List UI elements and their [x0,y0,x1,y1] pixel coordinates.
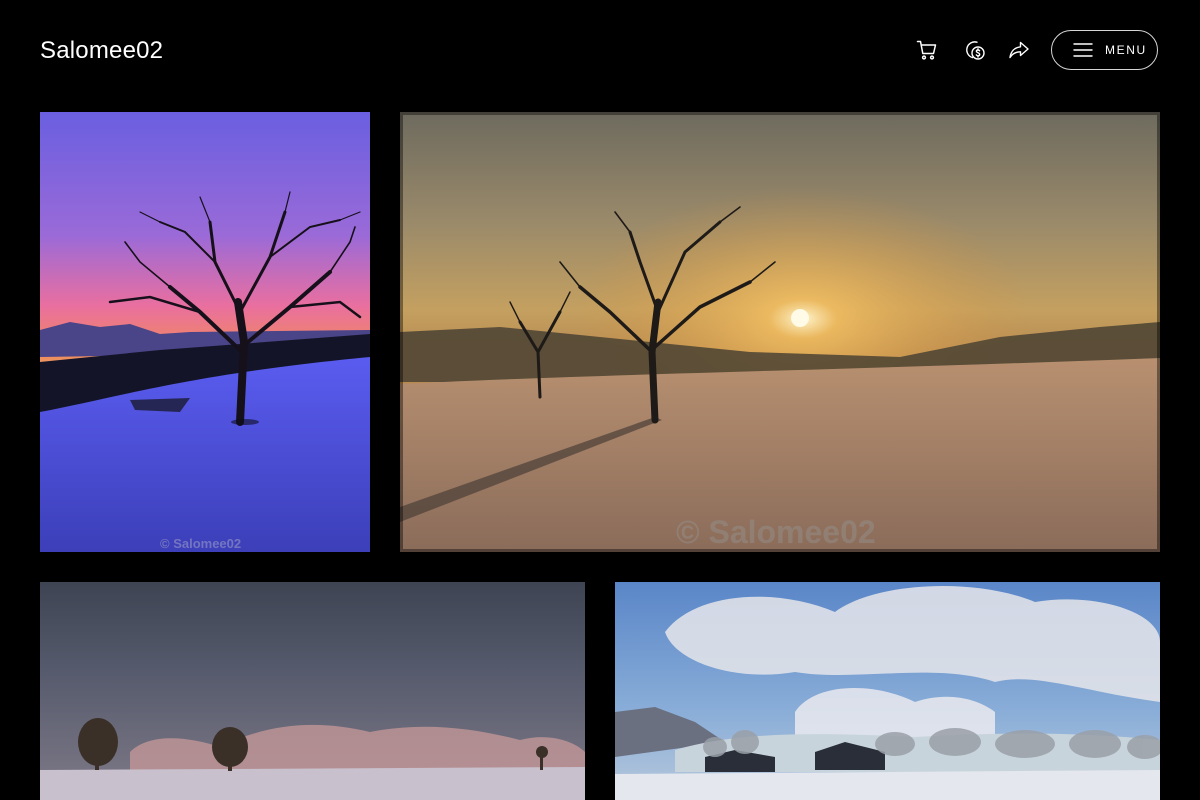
cart-icon [916,40,937,60]
gallery-photo[interactable] [40,582,585,800]
price-tag-icon [966,41,985,60]
photo-watermark: © Salomee02 [160,536,242,551]
menu-label: MENU [1105,43,1147,57]
menu-button[interactable]: MENU [1051,30,1158,70]
cart-button[interactable] [913,36,941,64]
gallery-photo[interactable]: © Salomee02 [40,112,370,552]
photo-image [400,112,1160,552]
gallery-photo[interactable] [615,582,1160,800]
photo-watermark: © Salomee02 [676,514,876,550]
share-button[interactable] [1005,36,1033,64]
site-header: Salomee02 MENU [0,0,1200,102]
site-title[interactable]: Salomee02 [40,36,163,66]
hamburger-icon [1073,43,1093,57]
gallery-photo[interactable]: © Salomee02 [400,112,1160,552]
buy-print-button[interactable] [961,36,989,64]
photo-image [615,582,1160,800]
share-icon [1009,41,1029,59]
photo-image [40,112,370,552]
photo-image [40,582,585,800]
